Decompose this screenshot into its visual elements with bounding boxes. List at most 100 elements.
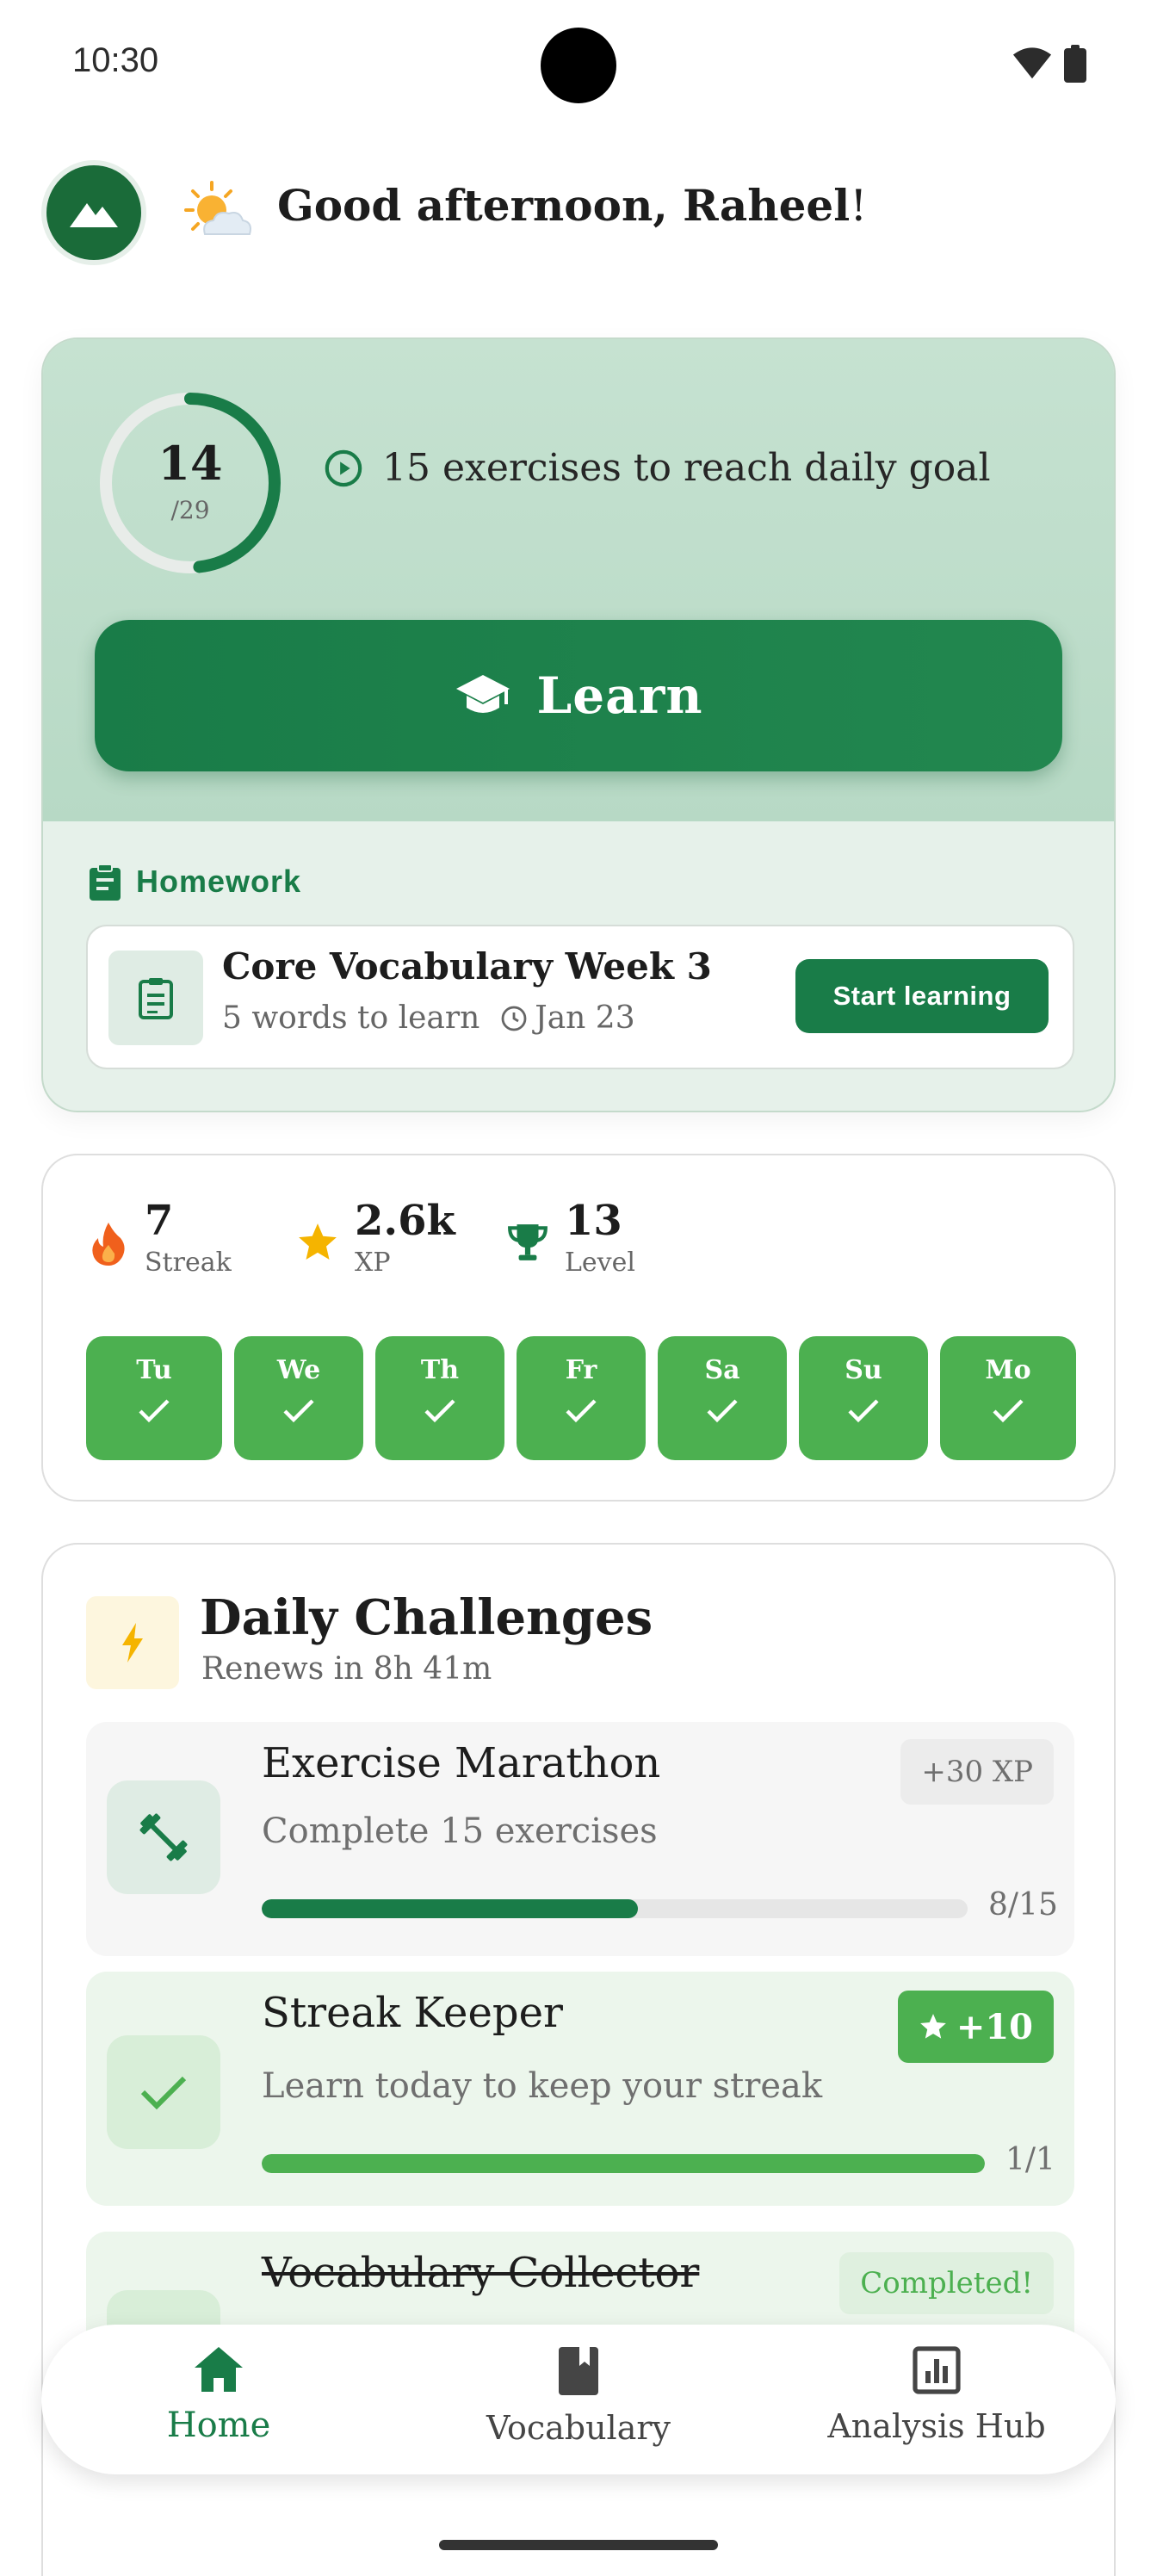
challenge-description: Learn today to keep your streak [262, 2066, 823, 2106]
day-label: Sa [704, 1355, 740, 1385]
homework-item[interactable]: Core Vocabulary Week 3 5 words to learn … [86, 925, 1074, 1069]
clipboard-icon [90, 864, 121, 901]
check-icon [283, 1399, 314, 1423]
day-tu: Tu [86, 1336, 222, 1460]
book-icon [559, 2347, 598, 2395]
challenges-renew: Renews in 8h 41m [201, 1651, 492, 1687]
completed-badge: Completed! [839, 2252, 1054, 2314]
clock-icon [501, 1006, 527, 1031]
xp-reward-badge: +30 XP [900, 1739, 1054, 1805]
lightning-icon [122, 1623, 143, 1663]
challenges-icon-box [86, 1596, 179, 1689]
xp-label: XP [355, 1248, 391, 1278]
homework-due: Jan 23 [500, 1000, 635, 1036]
reward-badge: +10 [897, 1991, 1054, 2063]
day-label: Tu [136, 1355, 172, 1385]
check-icon [140, 2076, 187, 2110]
day-we: We [234, 1336, 363, 1460]
day-label: Th [420, 1355, 460, 1385]
goal-message: 15 exercises to reach daily goal [382, 446, 991, 490]
challenge-title: Streak Keeper [262, 1989, 563, 2037]
gesture-bar[interactable] [439, 2540, 718, 2550]
stat-xp: 2.6k XP [296, 1195, 455, 1279]
homework-due-date: Jan 23 [535, 1000, 635, 1036]
home-icon [195, 2347, 243, 2392]
status-bar: 10:30 [0, 0, 1157, 129]
status-icons [1012, 45, 1086, 83]
homework-meta: 5 words to learn Jan 23 [222, 1000, 635, 1036]
goal-completed: 14 [158, 436, 223, 491]
graduation-cap-icon [455, 675, 510, 713]
dumbbell-icon [139, 1813, 188, 1861]
day-su: Su [799, 1336, 928, 1460]
level-label: Level [565, 1248, 635, 1278]
check-icon [424, 1399, 455, 1423]
challenge-progress-count: 8/15 [988, 1887, 1058, 1923]
challenge-exercise-marathon[interactable]: Exercise Marathon Complete 15 exercises … [86, 1722, 1074, 1956]
challenge-progress-fill [262, 2154, 985, 2173]
day-label: We [276, 1355, 321, 1385]
homework-label: Homework [136, 864, 302, 899]
challenge-description: Complete 15 exercises [262, 1811, 658, 1851]
day-th: Th [375, 1336, 504, 1460]
homework-title: Core Vocabulary Week 3 [222, 945, 712, 988]
homework-header: Homework [88, 863, 301, 901]
greeting-suffix: ! [850, 181, 868, 231]
challenge-icon-box [107, 1780, 220, 1894]
greeting: Good afternoon, Raheel! [277, 177, 867, 234]
sun-cloud-icon [184, 181, 251, 235]
learn-button[interactable]: Learn [95, 620, 1062, 771]
day-label: Fr [565, 1355, 597, 1385]
reward-value: +10 [956, 2006, 1033, 2047]
check-icon [993, 1399, 1024, 1423]
streak-label: Streak [145, 1248, 232, 1278]
analytics-icon [913, 2346, 961, 2394]
play-circle-icon [325, 449, 362, 486]
challenge-title: Exercise Marathon [262, 1739, 661, 1787]
homework-words: 5 words to learn [222, 1000, 480, 1036]
daily-goal-card: 14 /29 15 exercises to reach daily goal … [41, 337, 1116, 1112]
nav-analysis-hub[interactable]: Analysis Hub [773, 2345, 1100, 2445]
status-time: 10:30 [72, 41, 159, 79]
goal-total: /29 [170, 496, 210, 524]
fire-icon [92, 1223, 125, 1266]
goal-message-row: 15 exercises to reach daily goal [324, 446, 991, 490]
greeting-text: Good afternoon, Raheel [277, 180, 851, 231]
clipboard-list-icon [139, 978, 173, 1019]
challenge-progress-bar [262, 1899, 968, 1918]
star-icon [299, 1223, 337, 1260]
nav-vocabulary[interactable]: Vocabulary [415, 2345, 742, 2447]
challenge-streak-keeper[interactable]: Streak Keeper Learn today to keep your s… [86, 1972, 1074, 2206]
star-icon [919, 2014, 946, 2039]
avatar-image [46, 165, 141, 260]
nav-analysis-hub-label: Analysis Hub [827, 2407, 1046, 2445]
start-learning-button[interactable]: Start learning [795, 959, 1049, 1033]
challenges-title: Daily Challenges [200, 1589, 653, 1646]
nav-home[interactable]: Home [55, 2345, 382, 2445]
day-fr: Fr [517, 1336, 646, 1460]
check-icon [848, 1399, 879, 1423]
challenge-progress-bar [262, 2154, 985, 2173]
trophy-icon [508, 1224, 548, 1260]
nav-vocabulary-label: Vocabulary [486, 2409, 671, 2447]
challenge-progress-fill [262, 1899, 639, 1918]
week-days: Tu We Th Fr Sa Su Mo [86, 1336, 1076, 1460]
stat-streak: 7 Streak [88, 1195, 232, 1279]
challenge-title: Vocabulary Collector [262, 2249, 700, 2297]
level-value: 13 [565, 1197, 622, 1245]
daily-goal-section: 14 /29 15 exercises to reach daily goal … [43, 339, 1114, 821]
avatar[interactable] [41, 160, 146, 265]
day-label: Mo [985, 1355, 1031, 1385]
check-icon [566, 1399, 597, 1423]
day-mo: Mo [940, 1336, 1076, 1460]
challenge-icon-box [107, 2035, 220, 2149]
day-sa: Sa [658, 1336, 787, 1460]
check-icon [707, 1399, 738, 1423]
streak-card: 7 Streak 2.6k XP 13 Level Tu We Th Fr Sa… [41, 1154, 1116, 1502]
check-icon [139, 1399, 170, 1423]
streak-value: 7 [145, 1197, 174, 1245]
camera-cutout [541, 28, 616, 103]
homework-item-icon [108, 951, 203, 1045]
mountain-icon [70, 203, 118, 227]
battery-icon [1064, 45, 1086, 83]
